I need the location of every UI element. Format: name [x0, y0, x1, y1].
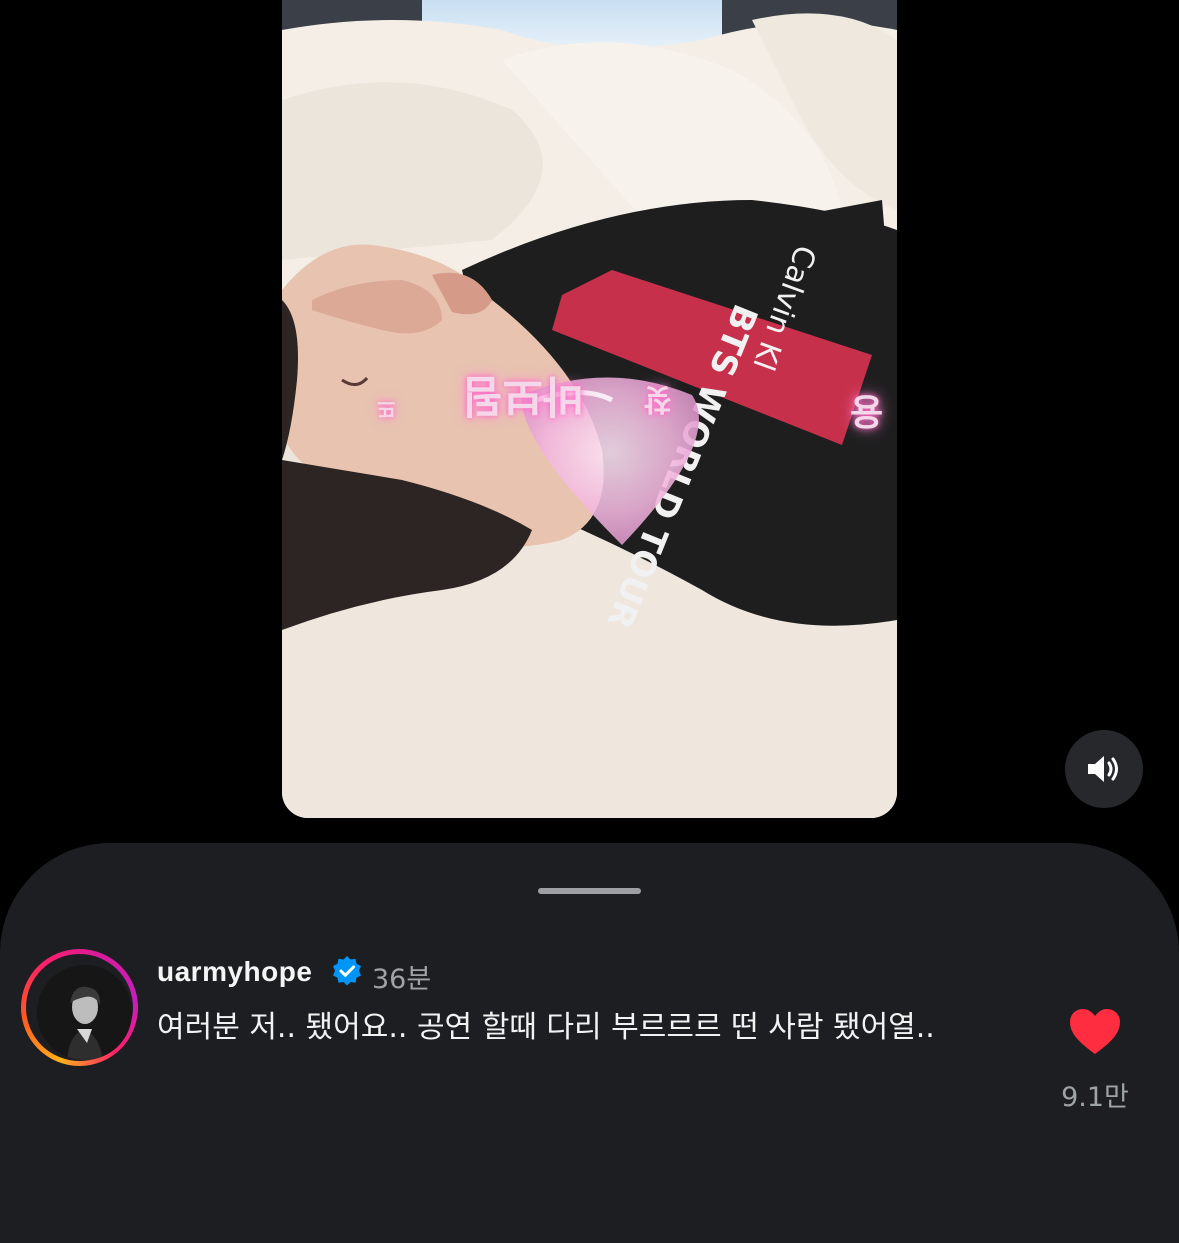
sticker-text: 바보됨 — [462, 370, 584, 421]
like-button[interactable] — [1068, 1008, 1122, 1056]
sticker-text: 뜨 — [377, 397, 396, 421]
comment-timestamp: 36분 — [372, 964, 432, 995]
story-media[interactable]: BTS WORLD TOUR Calvin Kl 바보됨 찾 용 뜨 — [282, 0, 897, 818]
photo-scene: BTS WORLD TOUR Calvin Kl — [282, 0, 897, 818]
comment-text: 여러분 저.. 됐어요.. 공연 할때 다리 부르르르 떤 사람 됐어열.. — [157, 1010, 935, 1045]
sticker-text: 용 — [850, 393, 884, 434]
sound-toggle-button[interactable] — [1065, 730, 1143, 808]
comments-sheet: uarmyhope 36분 여러분 저.. 됐어요.. 공연 할때 다리 부르르… — [0, 843, 1179, 1243]
like-count: 9.1만 — [1061, 1082, 1129, 1113]
comment-username[interactable]: uarmyhope — [157, 956, 312, 988]
profile-photo — [37, 965, 132, 1060]
heart-filled-icon — [1070, 1009, 1120, 1054]
speaker-volume-icon — [1088, 756, 1118, 782]
sheet-drag-handle[interactable] — [538, 888, 641, 894]
story-ring-avatar[interactable] — [21, 949, 138, 1066]
avatar — [37, 965, 132, 1060]
sticker-text: 찾 — [644, 381, 672, 416]
verified-badge-icon — [331, 955, 363, 992]
